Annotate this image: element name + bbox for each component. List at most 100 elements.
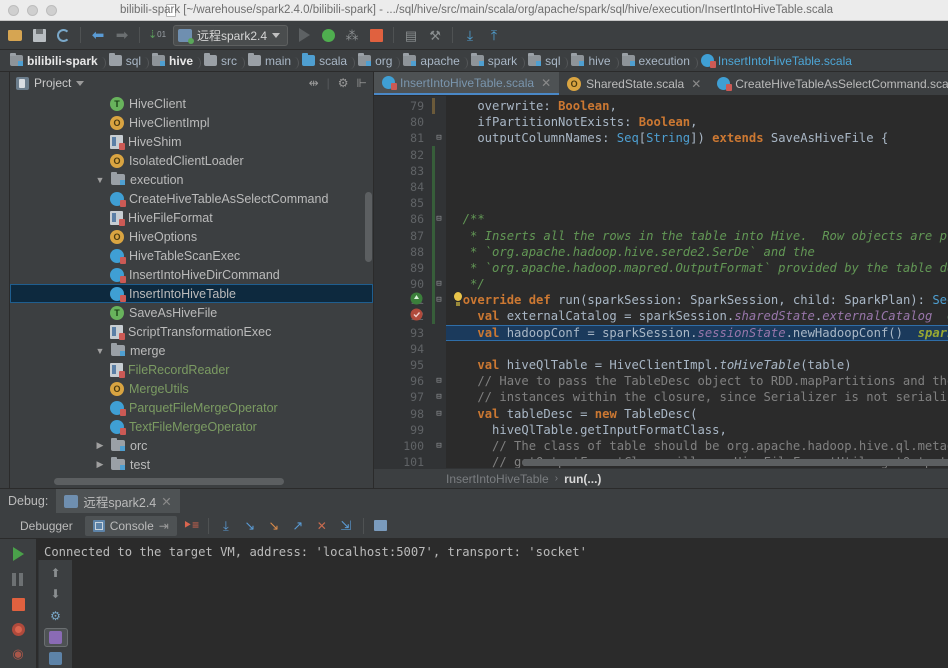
breadcrumb-item-hive-2[interactable]: hive	[567, 54, 617, 68]
tree-node-hivetablescanexec[interactable]: HiveTableScanExec	[10, 246, 373, 265]
show-execution-point-icon[interactable]: ⯈≡	[181, 516, 201, 536]
project-tree-horizontal-scrollbar[interactable]	[54, 478, 284, 485]
layout-icon[interactable]	[44, 628, 68, 647]
profiler-icon[interactable]: ▤	[400, 24, 422, 46]
forward-icon[interactable]: ➡	[111, 24, 133, 46]
breadcrumb-item-sql[interactable]: sql	[105, 54, 148, 68]
mute-breakpoints-icon[interactable]: ◉	[6, 643, 30, 665]
print-icon[interactable]	[44, 650, 68, 668]
close-icon[interactable]: ✕	[541, 76, 551, 90]
tree-node-hiveshim[interactable]: HiveShim	[10, 132, 373, 151]
coverage-icon[interactable]: ⁂	[341, 24, 363, 46]
breadcrumb-item-apache[interactable]: apache	[399, 54, 466, 68]
compile-icon[interactable]: ⇣01	[146, 24, 168, 46]
fold-minus-icon[interactable]: ⊟	[432, 130, 446, 146]
breadcrumb-item-org[interactable]: org	[354, 54, 399, 68]
fold-minus-icon[interactable]: ⊟	[432, 406, 446, 422]
code-folding-gutter[interactable]: ⊟ ⊟ ⊟ ⊟ ⊟ ⊟ ⊟	[432, 96, 446, 468]
tree-node-hiveoptions[interactable]: HiveOptions	[10, 227, 373, 246]
editor-tab-insertintohivetable[interactable]: InsertIntoHiveTable.scala ✕	[374, 72, 559, 95]
tree-node-mergeutils[interactable]: MergeUtils	[10, 379, 373, 398]
pause-program-icon[interactable]	[6, 568, 30, 590]
resume-program-icon[interactable]	[6, 543, 30, 565]
console-output[interactable]: Connected to the target VM, address: 'lo…	[36, 539, 948, 668]
status-breadcrumb-class[interactable]: InsertIntoHiveTable	[446, 472, 549, 486]
breadcrumb-item-hive[interactable]: hive	[148, 54, 200, 68]
stop-icon[interactable]	[6, 593, 30, 615]
tree-node-hiveclient[interactable]: HiveClient	[10, 94, 373, 113]
ant-icon[interactable]: ⚒	[424, 24, 446, 46]
status-breadcrumb-method[interactable]: run(...)	[564, 472, 601, 486]
tree-node-orc[interactable]: ▶ orc	[10, 436, 373, 455]
tree-node-textfilemergeoperator[interactable]: TextFileMergeOperator	[10, 417, 373, 436]
drop-frame-icon[interactable]: ✕	[312, 516, 332, 536]
breadcrumb-item-execution[interactable]: execution	[618, 54, 697, 68]
chevron-down-icon[interactable]: ▼	[94, 175, 106, 185]
tree-node-test[interactable]: ▶ test	[10, 455, 373, 474]
tree-node-insertintohivetable[interactable]: InsertIntoHiveTable	[10, 284, 373, 303]
breadcrumb-item-src[interactable]: src	[200, 54, 244, 68]
breadcrumb-item-main[interactable]: main	[244, 54, 298, 68]
tree-node-hiveclientimpl[interactable]: HiveClientImpl	[10, 113, 373, 132]
intention-bulb-icon[interactable]	[452, 292, 464, 306]
editor-tab-sharedstate[interactable]: SharedState.scala ✕	[559, 72, 709, 95]
fold-minus-icon[interactable]: ⊟	[432, 438, 446, 454]
project-tree-vertical-scrollbar[interactable]	[365, 192, 372, 262]
vcs-commit-icon[interactable]: ⤒	[483, 24, 505, 46]
breadcrumb-item-spark[interactable]: spark	[467, 54, 524, 68]
debug-icon[interactable]	[317, 24, 339, 46]
force-step-into-icon[interactable]: ↘	[264, 516, 284, 536]
chevron-right-icon[interactable]: ▶	[94, 459, 106, 470]
sync-icon[interactable]	[52, 24, 74, 46]
tree-node-createhivetableasselectcommand[interactable]: CreateHiveTableAsSelectCommand	[10, 189, 373, 208]
step-into-icon[interactable]: ↘	[240, 516, 260, 536]
view-breakpoints-icon[interactable]	[6, 618, 30, 640]
editor-tab-createhivetableasselectcommand[interactable]: CreateHiveTableAsSelectCommand.scala ✕	[709, 72, 948, 95]
override-marker-icon[interactable]	[410, 292, 423, 305]
tree-node-saveashivefile[interactable]: SaveAsHiveFile	[10, 303, 373, 322]
gear-icon[interactable]: ⚙	[338, 76, 349, 90]
code-editor[interactable]: 79 80 81 82 83 84 85 86 87 88 89 90 91 9…	[374, 96, 948, 468]
breadcrumb-item-scala[interactable]: scala	[298, 54, 354, 68]
tree-node-execution[interactable]: ▼ execution	[10, 170, 373, 189]
tree-node-scripttransformationexec[interactable]: ScriptTransformationExec	[10, 322, 373, 341]
code-text[interactable]: overwrite: Boolean, ifPartitionNotExists…	[446, 96, 948, 468]
hide-panel-icon[interactable]: ⊩	[357, 76, 367, 90]
chevron-down-icon[interactable]	[76, 81, 84, 86]
breadcrumb-item-bilibili-spark[interactable]: bilibili-spark	[6, 54, 105, 68]
pin-icon[interactable]: ⇥	[159, 519, 169, 533]
chevron-down-icon[interactable]	[272, 33, 280, 38]
settings-icon[interactable]: ⚙	[44, 607, 68, 625]
scroll-down-icon[interactable]: ⬇	[44, 585, 68, 603]
chevron-down-icon[interactable]: ▼	[94, 346, 106, 356]
tree-node-insertintohivedircommand[interactable]: InsertIntoHiveDirCommand	[10, 265, 373, 284]
close-icon[interactable]: ✕	[691, 77, 701, 91]
fold-minus-icon[interactable]: ⊟	[432, 373, 446, 389]
step-over-icon[interactable]: ⤓	[216, 516, 236, 536]
breadcrumb-item-sql-2[interactable]: sql	[524, 54, 567, 68]
stop-icon[interactable]	[365, 24, 387, 46]
vcs-update-icon[interactable]: ⤓	[459, 24, 481, 46]
save-icon[interactable]	[28, 24, 50, 46]
scroll-up-icon[interactable]: ⬆	[44, 564, 68, 582]
breakpoint-icon[interactable]	[410, 308, 423, 321]
back-icon[interactable]: ⬅	[87, 24, 109, 46]
project-tree[interactable]: HiveClient HiveClientImpl HiveShim Isola…	[10, 94, 373, 488]
run-configuration-selector[interactable]: 远程spark2.4	[173, 25, 288, 46]
code-horizontal-scrollbar[interactable]	[522, 459, 948, 466]
run-icon[interactable]	[293, 24, 315, 46]
collapse-all-icon[interactable]: ⇹	[309, 76, 319, 90]
tree-node-hivefileformat[interactable]: HiveFileFormat	[10, 208, 373, 227]
tab-console[interactable]: Console ⇥	[85, 516, 177, 536]
close-icon[interactable]: ✕	[161, 494, 171, 509]
breadcrumb-item-file[interactable]: InsertIntoHiveTable.scala	[697, 54, 859, 68]
tree-node-parquetfilemergeoperator[interactable]: ParquetFileMergeOperator	[10, 398, 373, 417]
step-out-icon[interactable]: ↗	[288, 516, 308, 536]
chevron-right-icon[interactable]: ▶	[94, 440, 106, 451]
tree-node-isolatedclientloader[interactable]: IsolatedClientLoader	[10, 151, 373, 170]
tab-debugger[interactable]: Debugger	[12, 516, 81, 536]
tree-node-filerecordreader[interactable]: FileRecordReader	[10, 360, 373, 379]
debug-session-tab[interactable]: 远程spark2.4 ✕	[56, 489, 179, 513]
tree-node-merge[interactable]: ▼ merge	[10, 341, 373, 360]
open-icon[interactable]	[4, 24, 26, 46]
